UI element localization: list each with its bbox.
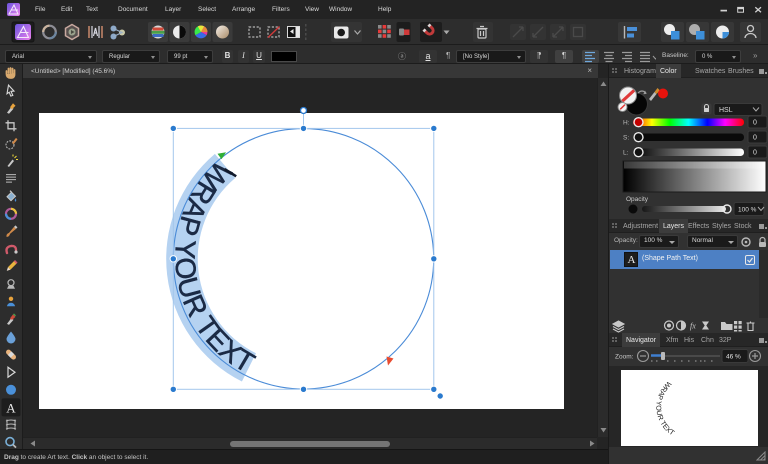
svg-text:0: 0 (753, 120, 757, 127)
svg-text:100 %: 100 % (738, 207, 757, 214)
svg-text:S:: S: (623, 135, 629, 142)
svg-text:A: A (6, 400, 16, 415)
svg-text:46 %: 46 % (726, 354, 741, 361)
svg-text:WRAP YOUR TEXT: WRAP YOUR TEXT (654, 380, 676, 438)
svg-text:Opacity: Opacity (626, 196, 649, 203)
svg-text:Zoom:: Zoom: (615, 354, 634, 361)
svg-text:H:: H: (623, 120, 630, 127)
svg-text:0: 0 (753, 135, 757, 142)
svg-text:HSL: HSL (719, 107, 733, 114)
svg-text:L:: L: (623, 150, 629, 157)
svg-text:0: 0 (753, 150, 757, 157)
svg-text:fx: fx (690, 322, 696, 331)
svg-text:WRAP YOUR TEXT: WRAP YOUR TEXT (169, 155, 260, 378)
